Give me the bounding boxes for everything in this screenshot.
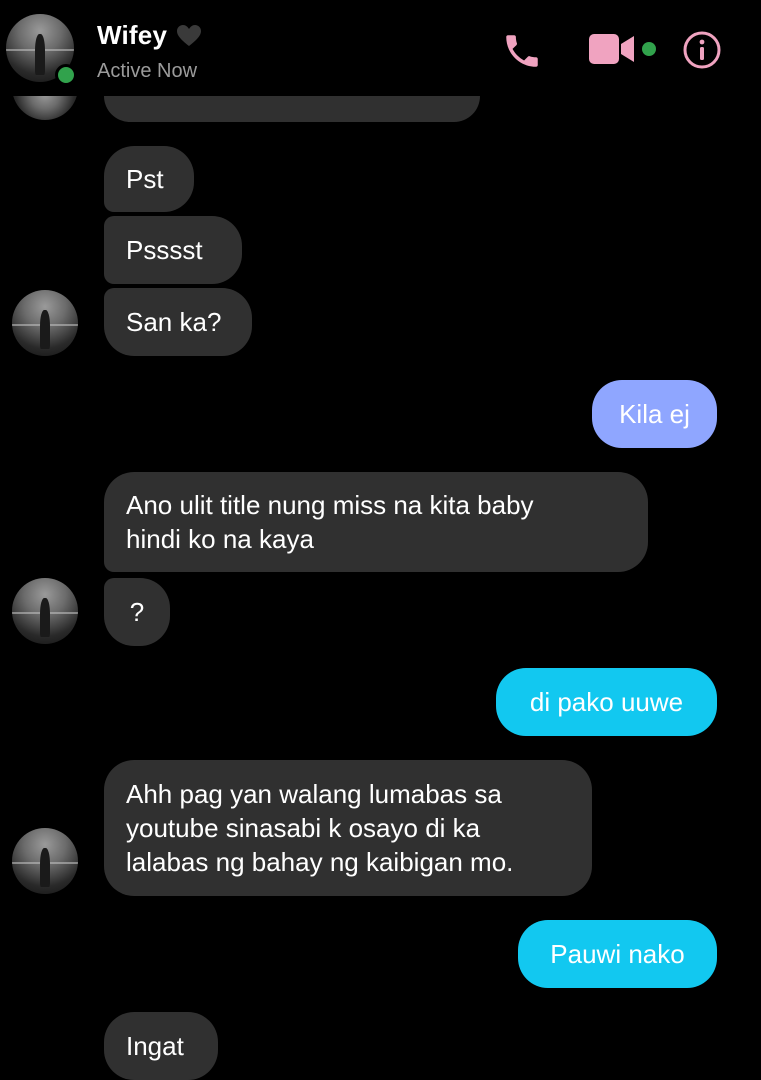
chat-header: Wifey Active Now: [0, 0, 761, 96]
avatar-figure: [39, 597, 51, 638]
message-thread[interactable]: Pst Psssst San ka? Kila ej Ano ulit titl…: [0, 0, 761, 1080]
message-bubble-incoming[interactable]: San ka?: [104, 288, 252, 356]
message-bubble-incoming[interactable]: Pst: [104, 146, 194, 212]
contact-avatar-small: [12, 578, 78, 644]
contact-avatar-small: [12, 828, 78, 894]
message-bubble-incoming[interactable]: Ano ulit title nung miss na kita baby hi…: [104, 472, 648, 572]
message-bubble-incoming[interactable]: Psssst: [104, 216, 242, 284]
contact-avatar-small: [12, 290, 78, 356]
avatar-figure: [39, 309, 51, 350]
message-bubble-outgoing[interactable]: Pauwi nako: [518, 920, 717, 988]
message-bubble-incoming[interactable]: Ahh pag yan walang lumabas sa youtube si…: [104, 760, 592, 896]
message-bubble-incoming[interactable]: ?: [104, 578, 170, 646]
online-status-dot: [55, 64, 77, 86]
video-active-dot: [642, 42, 656, 56]
message-bubble-outgoing[interactable]: Kila ej: [592, 380, 717, 448]
info-icon[interactable]: [682, 30, 722, 70]
avatar-figure: [39, 847, 51, 888]
avatar-figure: [34, 34, 46, 76]
message-bubble-outgoing[interactable]: di pako uuwe: [496, 668, 717, 736]
contact-name[interactable]: Wifey: [97, 20, 167, 51]
video-call-icon[interactable]: [588, 32, 636, 66]
black-heart-icon: [177, 25, 201, 46]
active-status: Active Now: [97, 60, 198, 82]
phone-icon[interactable]: [500, 30, 544, 72]
message-bubble-incoming[interactable]: Ingat: [104, 1012, 218, 1080]
